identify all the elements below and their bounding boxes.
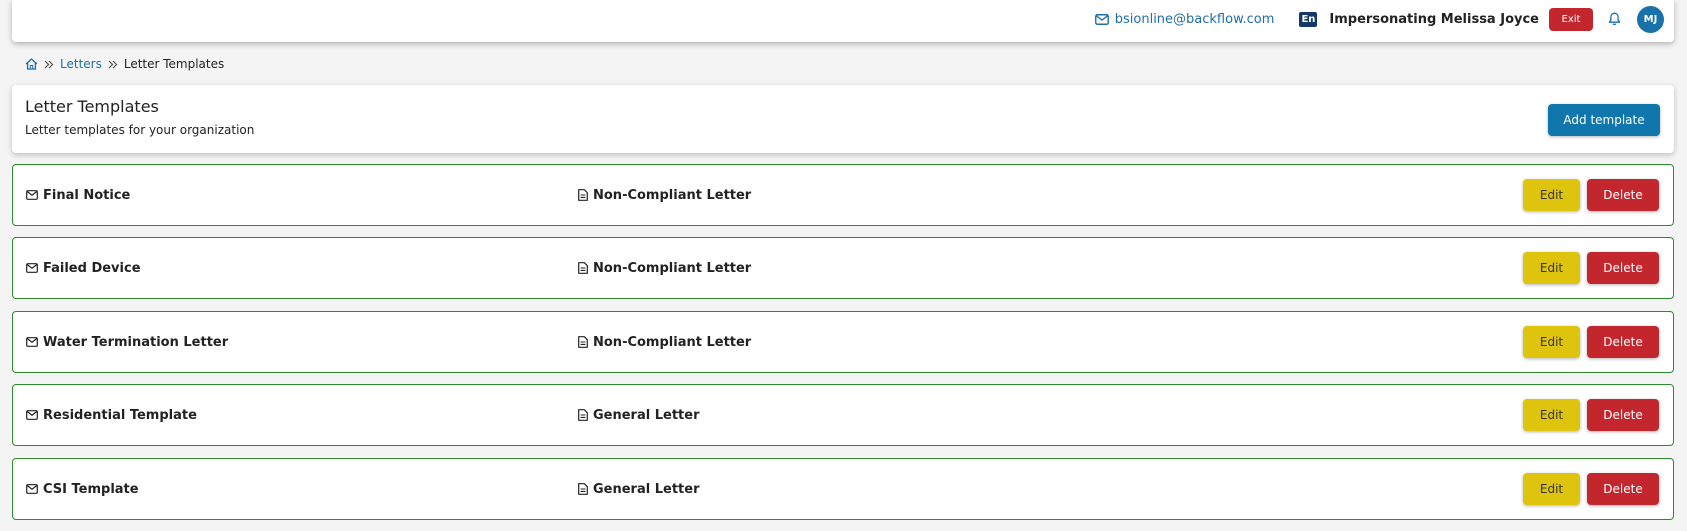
template-name: Water Termination Letter bbox=[26, 312, 228, 372]
breadcrumb: Letters Letter Templates bbox=[25, 56, 224, 72]
support-email-text: bsionline@backflow.com bbox=[1114, 11, 1275, 27]
envelope-icon bbox=[1094, 13, 1109, 25]
delete-button[interactable]: Delete bbox=[1587, 179, 1659, 211]
template-name-text: Final Notice bbox=[43, 187, 131, 203]
user-avatar[interactable]: MJ bbox=[1637, 5, 1664, 33]
template-type: General Letter bbox=[578, 385, 699, 445]
add-template-button[interactable]: Add template bbox=[1548, 104, 1660, 136]
breadcrumb-current: Letter Templates bbox=[123, 57, 225, 71]
delete-button[interactable]: Delete bbox=[1587, 326, 1659, 358]
page-title: Letter Templates bbox=[25, 97, 159, 116]
template-row: Failed Device Non-Compliant Letter Edit … bbox=[12, 237, 1674, 299]
support-email-link[interactable]: bsionline@backflow.com bbox=[1094, 11, 1275, 27]
template-name-text: Failed Device bbox=[43, 260, 141, 276]
delete-button[interactable]: Delete bbox=[1587, 399, 1659, 431]
template-name: Residential Template bbox=[26, 385, 197, 445]
envelope-icon bbox=[26, 410, 38, 420]
document-icon bbox=[578, 483, 588, 495]
top-navbar: bsionline@backflow.com En Impersonating … bbox=[12, 0, 1674, 42]
template-name-text: Water Termination Letter bbox=[43, 334, 229, 350]
template-row: Final Notice Non-Compliant Letter Edit D… bbox=[12, 164, 1674, 226]
template-type-text: General Letter bbox=[593, 407, 700, 423]
chevrons-right-icon bbox=[108, 60, 118, 69]
edit-button[interactable]: Edit bbox=[1523, 326, 1580, 358]
template-type: Non-Compliant Letter bbox=[578, 312, 751, 372]
document-icon bbox=[578, 189, 588, 201]
template-type: Non-Compliant Letter bbox=[578, 238, 751, 298]
envelope-icon bbox=[26, 190, 38, 200]
delete-button[interactable]: Delete bbox=[1587, 252, 1659, 284]
language-badge[interactable]: En bbox=[1299, 11, 1318, 27]
page-header-card: Letter Templates Letter templates for yo… bbox=[12, 85, 1674, 153]
envelope-icon bbox=[26, 263, 38, 273]
edit-button[interactable]: Edit bbox=[1523, 179, 1580, 211]
document-icon bbox=[578, 409, 588, 421]
envelope-icon bbox=[26, 337, 38, 347]
template-name: CSI Template bbox=[26, 459, 139, 519]
template-row: Water Termination Letter Non-Compliant L… bbox=[12, 311, 1674, 373]
document-icon bbox=[578, 336, 588, 348]
topbar-actions: bsionline@backflow.com En Impersonating … bbox=[1094, 0, 1664, 38]
template-name-text: Residential Template bbox=[43, 407, 197, 423]
template-name-text: CSI Template bbox=[43, 481, 139, 497]
document-icon bbox=[578, 262, 588, 274]
template-type-text: Non-Compliant Letter bbox=[593, 187, 752, 203]
template-name: Failed Device bbox=[26, 238, 141, 298]
home-icon[interactable] bbox=[25, 58, 38, 70]
template-row: CSI Template General Letter Edit Delete bbox=[12, 458, 1674, 520]
envelope-icon bbox=[26, 484, 38, 494]
page-subtitle: Letter templates for your organization bbox=[25, 123, 255, 137]
template-type-text: Non-Compliant Letter bbox=[593, 260, 752, 276]
template-type-text: Non-Compliant Letter bbox=[593, 334, 752, 350]
exit-impersonation-button[interactable]: Exit bbox=[1549, 7, 1593, 31]
edit-button[interactable]: Edit bbox=[1523, 399, 1580, 431]
template-type: General Letter bbox=[578, 459, 699, 519]
template-type: Non-Compliant Letter bbox=[578, 165, 751, 225]
impersonating-label: Impersonating Melissa Joyce bbox=[1329, 11, 1539, 27]
template-row: Residential Template General Letter Edit… bbox=[12, 384, 1674, 446]
breadcrumb-letters-link[interactable]: Letters bbox=[60, 57, 102, 71]
edit-button[interactable]: Edit bbox=[1523, 473, 1580, 505]
template-name: Final Notice bbox=[26, 165, 130, 225]
bell-icon[interactable] bbox=[1608, 12, 1621, 26]
edit-button[interactable]: Edit bbox=[1523, 252, 1580, 284]
template-type-text: General Letter bbox=[593, 481, 700, 497]
chevrons-right-icon bbox=[44, 60, 54, 69]
delete-button[interactable]: Delete bbox=[1587, 473, 1659, 505]
